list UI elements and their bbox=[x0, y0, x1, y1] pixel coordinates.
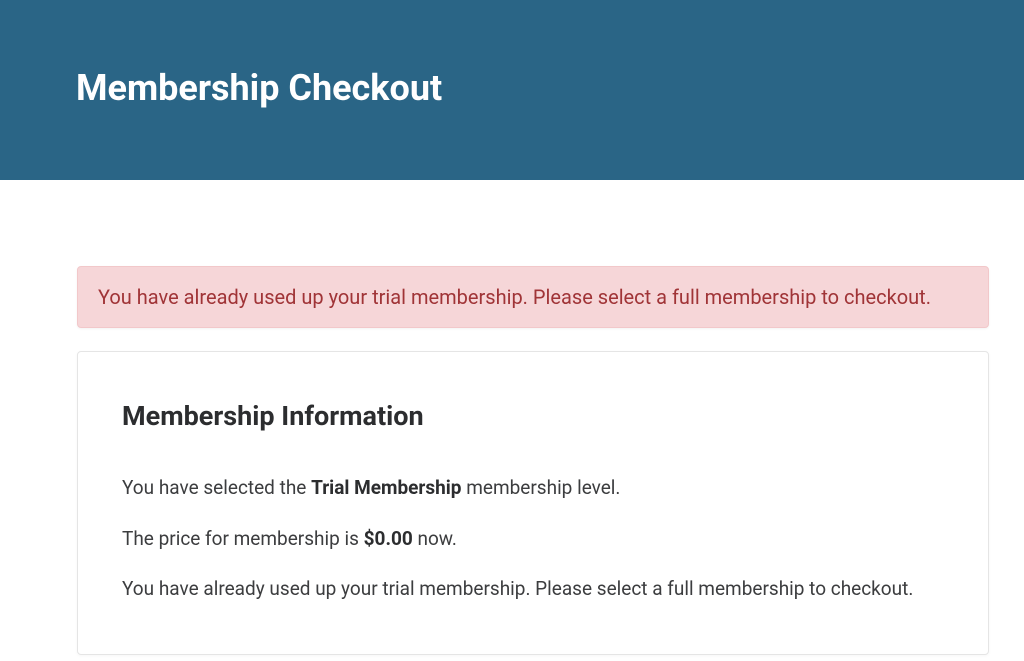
error-alert: You have already used up your trial memb… bbox=[77, 266, 989, 328]
text-suffix: membership level. bbox=[462, 476, 621, 499]
page-content: You have already used up your trial memb… bbox=[0, 180, 1024, 655]
card-heading: Membership Information bbox=[122, 400, 944, 432]
membership-notice-text: You have already used up your trial memb… bbox=[122, 575, 944, 604]
text-prefix: The price for membership is bbox=[122, 527, 364, 550]
membership-info-card: Membership Information You have selected… bbox=[77, 351, 989, 655]
page-title: Membership Checkout bbox=[76, 67, 442, 109]
alert-message: You have already used up your trial memb… bbox=[98, 283, 968, 311]
membership-price: $0.00 bbox=[364, 527, 413, 550]
text-suffix: now. bbox=[413, 527, 457, 550]
text-prefix: You have selected the bbox=[122, 476, 311, 499]
membership-level-name: Trial Membership bbox=[311, 476, 461, 499]
membership-price-text: The price for membership is $0.00 now. bbox=[122, 525, 944, 554]
page-header: Membership Checkout bbox=[0, 0, 1024, 180]
membership-level-text: You have selected the Trial Membership m… bbox=[122, 474, 944, 503]
